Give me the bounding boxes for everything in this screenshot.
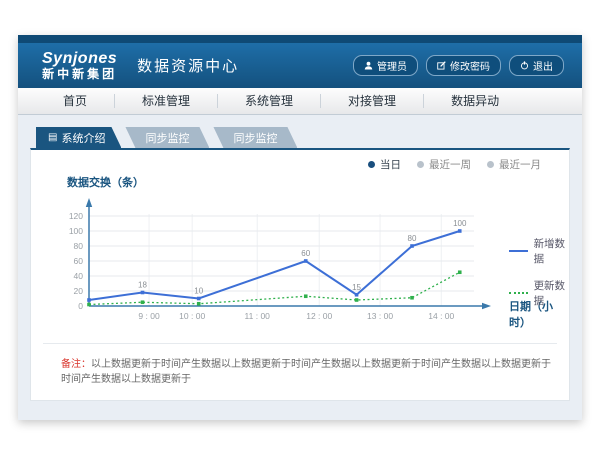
nav-item-docking-mgmt[interactable]: 对接管理 — [321, 94, 424, 108]
svg-text:0: 0 — [78, 301, 83, 311]
svg-text:60: 60 — [301, 249, 310, 258]
tab-system-intro[interactable]: ▤ 系统介绍 — [36, 127, 121, 148]
main-nav: 首页 标准管理 系统管理 对接管理 数据异动 — [18, 88, 582, 115]
nav-item-standard-mgmt[interactable]: 标准管理 — [115, 94, 218, 108]
app-window: Synjones 新中新集团 数据资源中心 管理员 修改密码 退出 首页 标准管… — [18, 35, 582, 420]
dotted-line-icon — [509, 292, 528, 294]
page-title: 数据资源中心 — [137, 55, 239, 76]
svg-text:120: 120 — [69, 211, 83, 221]
tabs-row: ▤ 系统介绍 同步监控 同步监控 — [36, 127, 570, 148]
series-legend: 新增数据 更新数据 — [509, 236, 569, 308]
svg-text:80: 80 — [408, 234, 417, 243]
nav-item-home[interactable]: 首页 — [36, 94, 115, 108]
svg-text:14 : 00: 14 : 00 — [428, 311, 454, 321]
change-password-label: 修改密码 — [450, 58, 490, 73]
user-icon — [364, 61, 373, 70]
svg-text:20: 20 — [74, 286, 84, 296]
content-area: ▤ 系统介绍 同步监控 同步监控 当日 最近一周 — [18, 115, 582, 401]
svg-text:13 : 00: 13 : 00 — [367, 311, 393, 321]
app-header: Synjones 新中新集团 数据资源中心 管理员 修改密码 退出 — [18, 43, 582, 88]
svg-text:10: 10 — [194, 287, 203, 296]
range-option-today[interactable]: 当日 — [368, 157, 401, 172]
svg-text:60: 60 — [74, 256, 84, 266]
legend-updated-data-label: 更新数据 — [534, 278, 569, 308]
logo-text-en: Synjones — [42, 51, 117, 68]
top-accent-strip — [18, 35, 582, 43]
nav-item-data-change[interactable]: 数据异动 — [424, 94, 526, 108]
range-option-last-month[interactable]: 最近一月 — [487, 157, 541, 172]
svg-text:100: 100 — [69, 226, 83, 236]
radio-dot — [417, 161, 424, 168]
solid-line-icon — [509, 250, 528, 252]
radio-dot — [368, 161, 375, 168]
change-password-button[interactable]: 修改密码 — [426, 55, 501, 76]
edit-icon — [437, 61, 446, 70]
radio-dot — [487, 161, 494, 168]
svg-text:80: 80 — [74, 241, 84, 251]
svg-text:11 : 00: 11 : 00 — [245, 311, 271, 321]
footnote: 备注：以上数据更新于时间产生数据以上数据更新于时间产生数据以上数据更新于时间产生… — [61, 357, 553, 387]
legend-item-updated-data: 更新数据 — [509, 278, 569, 308]
range-option-today-label: 当日 — [380, 157, 401, 172]
tab-sync-monitor-2-label: 同步监控 — [233, 130, 277, 146]
tab-sync-monitor-2[interactable]: 同步监控 — [213, 127, 297, 148]
svg-text:10 : 00: 10 : 00 — [179, 311, 205, 321]
tab-sync-monitor-1[interactable]: 同步监控 — [125, 127, 209, 148]
chart-panel: 当日 最近一周 最近一月 数据交换（条） 9 : 00 10 : 00 11 : 0… — [30, 148, 570, 401]
range-option-last-month-label: 最近一月 — [499, 157, 541, 172]
footnote-text: 以上数据更新于时间产生数据以上数据更新于时间产生数据以上数据更新于时间产生数据以… — [61, 359, 551, 385]
power-icon — [520, 61, 529, 70]
nav-item-system-mgmt[interactable]: 系统管理 — [218, 94, 321, 108]
company-logo: Synjones 新中新集团 — [42, 51, 117, 80]
admin-user-button[interactable]: 管理员 — [353, 55, 418, 76]
svg-text:40: 40 — [74, 271, 84, 281]
logout-button[interactable]: 退出 — [509, 55, 564, 76]
svg-text:12 : 00: 12 : 00 — [306, 311, 332, 321]
logout-label: 退出 — [533, 58, 553, 73]
svg-text:18: 18 — [138, 281, 147, 290]
legend-new-data-label: 新增数据 — [534, 236, 569, 266]
svg-text:100: 100 — [453, 219, 467, 228]
tab-sync-monitor-1-label: 同步监控 — [145, 130, 189, 146]
range-option-last-week[interactable]: 最近一周 — [417, 157, 471, 172]
user-area: 管理员 修改密码 退出 — [353, 55, 564, 76]
document-icon: ▤ — [48, 133, 57, 143]
time-range-options: 当日 最近一周 最近一月 — [368, 157, 541, 172]
y-axis-title: 数据交换（条） — [67, 174, 144, 190]
tab-system-intro-label: 系统介绍 — [61, 130, 105, 146]
svg-text:15: 15 — [352, 283, 361, 292]
footnote-label: 备注： — [61, 359, 91, 370]
legend-item-new-data: 新增数据 — [509, 236, 569, 266]
panel-divider — [43, 343, 557, 344]
logo-text-cn: 新中新集团 — [42, 68, 117, 81]
range-option-last-week-label: 最近一周 — [429, 157, 471, 172]
admin-user-label: 管理员 — [377, 58, 407, 73]
svg-text:9 : 00: 9 : 00 — [138, 311, 160, 321]
line-chart: 9 : 00 10 : 00 11 : 00 12 : 00 13 : 00 14 : 0… — [49, 192, 499, 340]
